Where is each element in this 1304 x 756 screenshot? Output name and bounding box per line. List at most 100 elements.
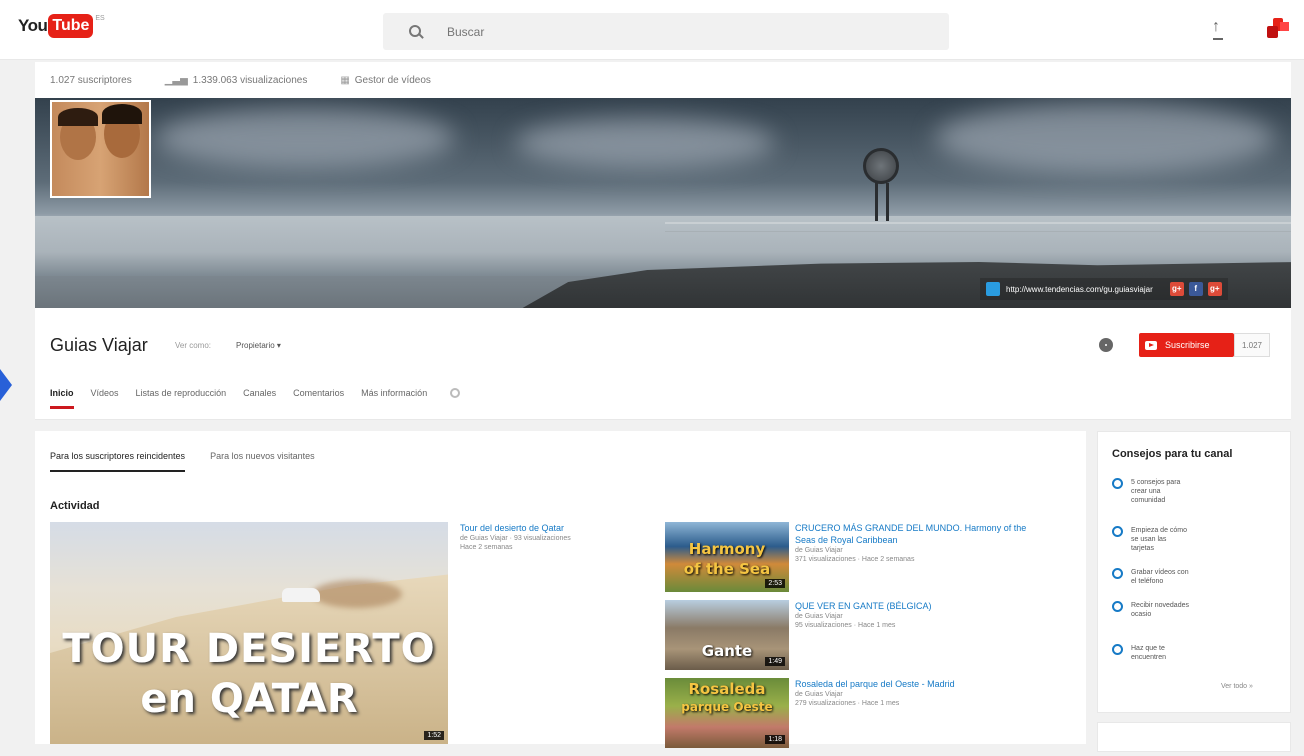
video-duration: 1:52 (424, 731, 444, 740)
video-title[interactable]: Rosaleda del parque del Oeste - Madrid (795, 678, 1035, 690)
channel-stats-bar: 1.027 suscriptores ▁▃▅ 1.339.063 visualiz… (35, 62, 1291, 98)
youtube-logo[interactable]: You Tube ES (18, 14, 105, 38)
car-image (282, 588, 320, 602)
channel-avatar[interactable] (50, 100, 151, 198)
view-as-dropdown[interactable]: Propietario ▾ (236, 341, 281, 350)
channel-header: Guias Viajar Ver como: Propietario ▾ Sus… (35, 308, 1291, 420)
channel-name[interactable]: Guias Viajar (50, 335, 148, 356)
channel-tabs: Inicio Vídeos Listas de reproducción Can… (50, 388, 461, 409)
thumbnail-text-line1: TOUR DESIERTO (62, 626, 436, 672)
video-manager-link[interactable]: ▦ Gestor de vídeos (340, 75, 431, 86)
featured-video-meta: de Guias Viajar · 93 visualizaciones (460, 535, 571, 542)
thumbnail-label: of the Sea (683, 560, 771, 578)
tip-label: Grabar vídeos con el teléfono (1131, 569, 1189, 585)
video-info: CRUCERO MÁS GRANDE DEL MUNDO. Harmony of… (795, 522, 1035, 564)
thumbnail-label: parque Oeste (681, 700, 773, 714)
tip-item[interactable]: 5 consejos para crear una comunidad (1112, 478, 1191, 505)
circle-icon (1112, 478, 1123, 489)
video-info: QUE VER EN GANTE (BÉLGICA) de Guias Viaj… (795, 600, 1035, 630)
video-title[interactable]: CRUCERO MÁS GRANDE DEL MUNDO. Harmony of… (795, 522, 1035, 546)
search-icon[interactable] (409, 24, 423, 39)
search-icon[interactable] (450, 388, 461, 398)
tab-videos[interactable]: Vídeos (91, 388, 119, 409)
globe-monument (863, 148, 899, 184)
tip-label: Haz que te encuentren (1131, 645, 1167, 661)
views-stat[interactable]: ▁▃▅ 1.339.063 visualizaciones (165, 75, 308, 86)
banner-links: http://www.tendencias.com/gu.guiasviajar… (980, 278, 1228, 300)
video-thumbnail[interactable]: Harmony of the Sea 2:53 (665, 522, 789, 592)
google-plus-icon[interactable]: g+ (1207, 282, 1222, 296)
left-pointer-arrow (0, 369, 12, 401)
video-info: Rosaleda del parque del Oeste - Madrid d… (795, 678, 1035, 708)
activity-heading: Actividad (50, 500, 100, 512)
list-item[interactable]: Harmony of the Sea 2:53 CRUCERO MÁS GRAN… (665, 522, 1075, 600)
channel-tips-panel: Consejos para tu canal 5 consejos para c… (1097, 431, 1291, 713)
google-plus-icon[interactable]: g+ (1169, 282, 1184, 296)
featured-video-title[interactable]: Tour del desierto de Qatar (460, 522, 640, 534)
video-duration: 2:53 (765, 579, 785, 588)
subtab-returning-subscribers[interactable]: Para los suscriptores reincidentes (50, 451, 186, 472)
view-as-label: Ver como: (175, 341, 212, 350)
subscribers-stat[interactable]: 1.027 suscriptores (50, 75, 132, 86)
logo-tube-text: Tube (48, 14, 94, 38)
see-all-link[interactable]: Ver todo » (1221, 683, 1253, 690)
tip-label: 5 consejos para crear una comunidad (1131, 479, 1181, 504)
channel-content: Para los suscriptores reincidentes Para … (35, 431, 1086, 748)
gear-icon[interactable] (1099, 338, 1113, 352)
video-title[interactable]: QUE VER EN GANTE (BÉLGICA) (795, 600, 1035, 612)
video-duration: 1:49 (765, 657, 785, 666)
logo-country-code: ES (95, 14, 105, 22)
video-meta: 371 visualizaciones · Hace 2 semanas (795, 556, 915, 563)
tip-item[interactable]: Grabar vídeos con el teléfono (1112, 568, 1191, 586)
list-item[interactable]: Rosaleda parque Oeste 1:18 Rosaleda del … (665, 678, 1075, 756)
subscribe-button[interactable]: Suscribirse (1139, 333, 1234, 357)
subscribers-text: 1.027 suscriptores (50, 74, 132, 86)
video-channel[interactable]: de Guias Viajar (795, 690, 1035, 699)
banner-website-link[interactable]: http://www.tendencias.com/gu.guiasviajar (1006, 285, 1153, 294)
tip-item[interactable]: Empieza de cómo se usan las tarjetas (1112, 526, 1191, 553)
notifications-icon[interactable] (1267, 18, 1289, 40)
globe-stand (875, 183, 889, 221)
channel-banner: http://www.tendencias.com/gu.guiasviajar… (35, 98, 1291, 308)
banner-railing (665, 222, 1291, 232)
circle-icon (1112, 568, 1123, 579)
thumbnail-label: Harmony (688, 540, 766, 558)
video-duration: 1:18 (765, 735, 785, 744)
video-thumbnail[interactable]: Rosaleda parque Oeste 1:18 (665, 678, 789, 748)
secondary-panel (1097, 722, 1291, 752)
bar-chart-icon: ▁▃▅ (164, 74, 188, 86)
video-channel[interactable]: de Guias Viajar (795, 612, 1035, 621)
circle-icon (1112, 526, 1123, 537)
subtab-new-visitors[interactable]: Para los nuevos visitantes (210, 451, 315, 472)
play-logo-icon (1145, 340, 1157, 350)
tab-comments[interactable]: Comentarios (293, 388, 344, 409)
audience-subtabs: Para los suscriptores reincidentes Para … (50, 451, 340, 472)
tab-playlists[interactable]: Listas de reproducción (136, 388, 227, 409)
thumbnail-text-line2: en QATAR (140, 676, 358, 722)
video-meta: 95 visualizaciones · Hace 1 mes (795, 622, 896, 629)
tab-channels[interactable]: Canales (243, 388, 276, 409)
tip-item[interactable]: Haz que te encuentren (1112, 644, 1191, 662)
top-bar: You Tube ES (0, 0, 1304, 60)
subscribe-label: Suscribirse (1165, 340, 1210, 350)
thumbnail-label: Rosaleda (688, 680, 766, 698)
video-list: Harmony of the Sea 2:53 CRUCERO MÁS GRAN… (665, 522, 1075, 756)
tab-inicio[interactable]: Inicio (50, 388, 74, 409)
search-input[interactable] (447, 24, 847, 39)
tip-label: Empieza de cómo se usan las tarjetas (1131, 527, 1188, 552)
video-thumbnail[interactable]: Gante 1:49 (665, 600, 789, 670)
circle-icon (1112, 601, 1123, 612)
featured-video-date: Hace 2 semanas (460, 544, 513, 551)
upload-icon[interactable] (1211, 18, 1225, 40)
channel-main: 1.027 suscriptores ▁▃▅ 1.339.063 visualiz… (35, 62, 1291, 420)
tip-item[interactable]: Recibir novedades ocasio (1112, 601, 1191, 619)
video-channel[interactable]: de Guias Viajar (795, 546, 1035, 555)
subscriber-count: 1.027 (1234, 333, 1270, 357)
list-item[interactable]: Gante 1:49 QUE VER EN GANTE (BÉLGICA) de… (665, 600, 1075, 678)
twitter-icon[interactable] (986, 282, 1000, 296)
facebook-icon[interactable]: f (1188, 282, 1203, 296)
tips-title: Consejos para tu canal (1112, 448, 1233, 460)
search-box[interactable] (383, 13, 949, 50)
tab-about[interactable]: Más información (361, 388, 427, 409)
featured-video-thumbnail[interactable]: TOUR DESIERTO en QATAR 1:52 (50, 522, 448, 744)
